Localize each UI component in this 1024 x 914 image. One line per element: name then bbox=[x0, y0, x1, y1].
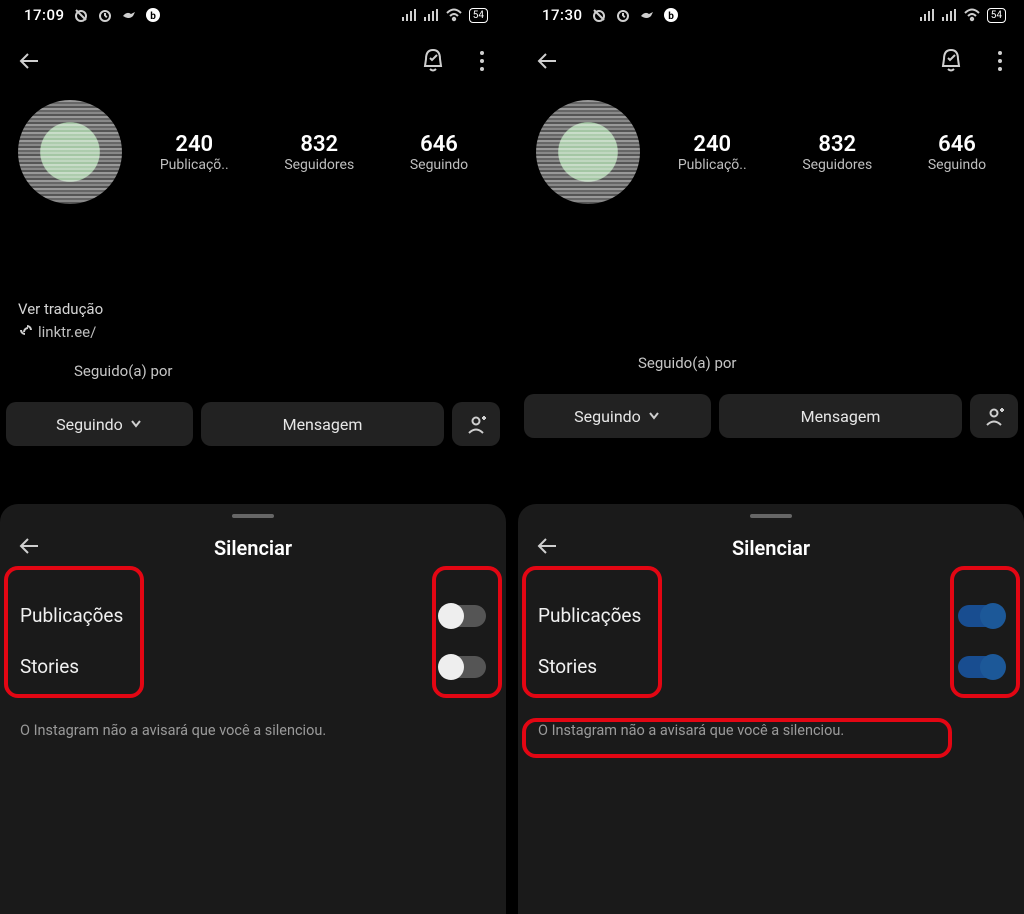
sheet-title: Silenciar bbox=[0, 536, 506, 560]
coin-icon: b bbox=[145, 7, 161, 23]
wifi-icon bbox=[963, 8, 981, 22]
mute-note: O Instagram não a avisará que você a sil… bbox=[16, 692, 490, 741]
stat-following-count: 646 bbox=[928, 132, 986, 157]
following-button-label: Seguindo bbox=[56, 415, 123, 434]
alarm-icon bbox=[615, 7, 631, 23]
following-button[interactable]: Seguindo bbox=[524, 394, 711, 438]
wifi-icon bbox=[445, 8, 463, 22]
notification-bell-icon[interactable] bbox=[936, 46, 966, 80]
battery-level: 54 bbox=[473, 10, 484, 21]
following-button[interactable]: Seguindo bbox=[6, 402, 193, 446]
alarm-icon bbox=[97, 7, 113, 23]
profile-actions: Seguindo Mensagem bbox=[0, 394, 506, 446]
battery-indicator: 54 bbox=[469, 8, 488, 23]
add-user-button[interactable] bbox=[970, 394, 1018, 438]
page-header bbox=[0, 28, 506, 90]
mute-stories-label: Stories bbox=[538, 655, 597, 678]
mute-stories-toggle[interactable] bbox=[440, 656, 486, 678]
battery-level: 54 bbox=[991, 10, 1002, 21]
more-dots-icon[interactable] bbox=[474, 47, 490, 79]
mute-posts-toggle[interactable] bbox=[958, 605, 1004, 627]
stat-followers-label: Seguidores bbox=[802, 157, 872, 173]
mute-stories-label: Stories bbox=[20, 655, 79, 678]
mute-sheet: Silenciar Publicações Stories O Instagra… bbox=[0, 504, 506, 914]
alarm-off-icon bbox=[73, 7, 89, 23]
mute-stories-row: Stories bbox=[534, 641, 1008, 692]
stat-following[interactable]: 646 Seguindo bbox=[410, 132, 468, 173]
signal-icon bbox=[919, 8, 935, 22]
avatar[interactable] bbox=[18, 100, 122, 204]
page-header bbox=[518, 28, 1024, 90]
screenshot-right: 17:30 b 54 bbox=[518, 0, 1024, 914]
see-translation-link[interactable]: Ver tradução bbox=[18, 300, 488, 318]
add-user-button[interactable] bbox=[452, 402, 500, 446]
stat-posts[interactable]: 240 Publicaçõ.. bbox=[160, 132, 229, 173]
status-bar: 17:30 b 54 bbox=[518, 0, 1024, 28]
mute-stories-row: Stories bbox=[16, 641, 490, 692]
stat-following-label: Seguindo bbox=[928, 157, 986, 173]
sheet-title: Silenciar bbox=[518, 536, 1024, 560]
stat-followers-label: Seguidores bbox=[284, 157, 354, 173]
status-time: 17:30 bbox=[542, 6, 583, 24]
svg-text:b: b bbox=[150, 11, 156, 22]
mute-stories-toggle[interactable] bbox=[958, 656, 1004, 678]
sheet-grabber[interactable] bbox=[750, 514, 792, 518]
followed-by-text: Seguido(a) por bbox=[0, 348, 506, 394]
stat-posts-label: Publicaçõ.. bbox=[160, 157, 229, 173]
coin-icon: b bbox=[663, 7, 679, 23]
stat-followers[interactable]: 832 Seguidores bbox=[284, 132, 354, 173]
mute-posts-label: Publicações bbox=[538, 604, 641, 627]
mute-posts-row: Publicações bbox=[16, 590, 490, 641]
bird-icon bbox=[121, 7, 137, 23]
status-time: 17:09 bbox=[24, 6, 65, 24]
bio-link[interactable]: linktr.ee/ bbox=[18, 322, 488, 342]
sheet-grabber[interactable] bbox=[232, 514, 274, 518]
message-button[interactable]: Mensagem bbox=[201, 402, 444, 446]
profile-stats-row: 240 Publicaçõ.. 832 Seguidores 646 Segui… bbox=[0, 90, 506, 210]
screenshot-left: 17:09 b 54 bbox=[0, 0, 506, 914]
stat-posts-count: 240 bbox=[678, 132, 747, 157]
avatar[interactable] bbox=[536, 100, 640, 204]
followed-by-text: Seguido(a) por bbox=[518, 340, 1024, 386]
stat-following[interactable]: 646 Seguindo bbox=[928, 132, 986, 173]
sheet-back-icon[interactable] bbox=[534, 532, 562, 564]
link-icon bbox=[18, 322, 34, 342]
stat-following-count: 646 bbox=[410, 132, 468, 157]
stat-followers-count: 832 bbox=[802, 132, 872, 157]
stat-posts-label: Publicaçõ.. bbox=[678, 157, 747, 173]
signal-icon bbox=[401, 8, 417, 22]
back-icon[interactable] bbox=[16, 47, 44, 79]
status-bar: 17:09 b 54 bbox=[0, 0, 506, 28]
back-icon[interactable] bbox=[534, 47, 562, 79]
chevron-down-icon bbox=[129, 415, 143, 434]
mute-posts-toggle[interactable] bbox=[440, 605, 486, 627]
stat-followers[interactable]: 832 Seguidores bbox=[802, 132, 872, 173]
message-button[interactable]: Mensagem bbox=[719, 394, 962, 438]
svg-text:b: b bbox=[668, 11, 674, 22]
more-dots-icon[interactable] bbox=[992, 47, 1008, 79]
following-button-label: Seguindo bbox=[574, 407, 641, 426]
message-button-label: Mensagem bbox=[801, 407, 881, 426]
battery-indicator: 54 bbox=[987, 8, 1006, 23]
profile-stats-row: 240 Publicaçõ.. 832 Seguidores 646 Segui… bbox=[518, 90, 1024, 210]
chevron-down-icon bbox=[647, 407, 661, 426]
signal-icon-2 bbox=[423, 8, 439, 22]
mute-posts-row: Publicações bbox=[534, 590, 1008, 641]
bio-link-text: linktr.ee/ bbox=[38, 323, 96, 341]
stat-following-label: Seguindo bbox=[410, 157, 468, 173]
mute-posts-label: Publicações bbox=[20, 604, 123, 627]
mute-note: O Instagram não a avisará que você a sil… bbox=[534, 692, 1008, 741]
signal-icon-2 bbox=[941, 8, 957, 22]
bird-icon bbox=[639, 7, 655, 23]
alarm-off-icon bbox=[591, 7, 607, 23]
stat-posts[interactable]: 240 Publicaçõ.. bbox=[678, 132, 747, 173]
notification-bell-icon[interactable] bbox=[418, 46, 448, 80]
stat-followers-count: 832 bbox=[284, 132, 354, 157]
sheet-back-icon[interactable] bbox=[16, 532, 44, 564]
message-button-label: Mensagem bbox=[283, 415, 363, 434]
mute-sheet: Silenciar Publicações Stories O Instagra… bbox=[518, 504, 1024, 914]
translate-section: Ver tradução linktr.ee/ bbox=[0, 210, 506, 348]
stat-posts-count: 240 bbox=[160, 132, 229, 157]
profile-actions: Seguindo Mensagem bbox=[518, 386, 1024, 438]
